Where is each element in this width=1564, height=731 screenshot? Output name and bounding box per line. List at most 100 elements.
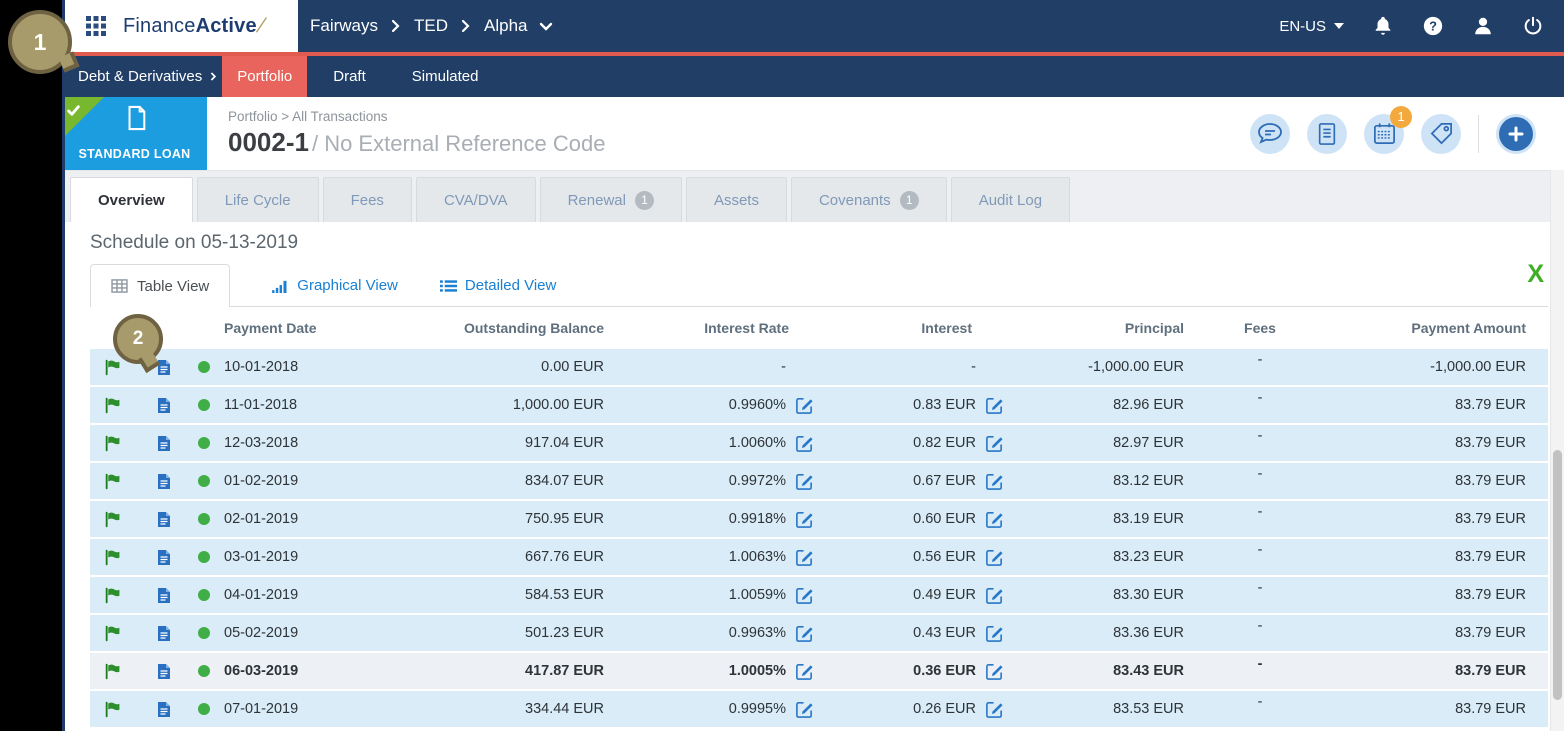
transaction-document-icon[interactable] [157, 625, 171, 642]
edit-icon[interactable] [795, 548, 814, 567]
edit-icon[interactable] [795, 624, 814, 643]
table-row[interactable]: 01-02-2019 834.07 EUR 0.9972% 0.67 EUR 8… [90, 463, 1548, 501]
edit-icon[interactable] [795, 586, 814, 605]
module-menu-debt-derivatives[interactable]: Debt & Derivatives [78, 68, 217, 85]
edit-icon[interactable] [795, 472, 814, 491]
view-link-detailed[interactable]: Detailed View [439, 277, 556, 294]
edit-icon[interactable] [985, 624, 1004, 643]
tags-button[interactable] [1421, 113, 1461, 154]
brand-area[interactable]: FinanceActive/ [62, 0, 298, 52]
locale-selector[interactable]: EN-US [1279, 18, 1344, 35]
table-row[interactable]: 12-03-2018 917.04 EUR 1.0060% 0.82 EUR 8… [90, 425, 1548, 463]
transaction-document-icon[interactable] [157, 587, 171, 604]
edit-icon[interactable] [795, 396, 814, 415]
scrollbar-thumb[interactable] [1553, 450, 1562, 700]
payment-amount-cell: 83.79 EUR [1455, 549, 1526, 565]
add-button[interactable] [1496, 113, 1536, 154]
flag-icon[interactable] [104, 663, 121, 680]
documents-button[interactable] [1307, 113, 1347, 154]
transaction-document-icon[interactable] [157, 549, 171, 566]
table-row[interactable]: 10-01-2018 0.00 EUR - - -1,000.00 EUR - … [90, 349, 1548, 387]
app-grid-icon[interactable] [84, 14, 108, 38]
edit-icon[interactable] [985, 396, 1004, 415]
breadcrumb-item-ted[interactable]: TED [414, 16, 448, 36]
flag-icon[interactable] [104, 473, 121, 490]
transaction-document-icon[interactable] [157, 473, 171, 490]
tab-assets[interactable]: Assets [685, 177, 787, 222]
transaction-document-icon[interactable] [157, 701, 171, 718]
tab-renewal[interactable]: Renewal 1 [539, 177, 682, 222]
edit-icon[interactable] [795, 662, 814, 681]
tab-overview[interactable]: Overview [70, 177, 193, 222]
edit-icon[interactable] [985, 548, 1004, 567]
edit-icon[interactable] [795, 434, 814, 453]
column-header-principal[interactable]: Principal [1010, 320, 1190, 336]
tab-life-cycle[interactable]: Life Cycle [196, 177, 319, 222]
column-header-fees[interactable]: Fees [1190, 320, 1330, 336]
flag-icon[interactable] [104, 397, 121, 414]
flag-icon[interactable] [104, 587, 121, 604]
table-row[interactable]: 04-01-2019 584.53 EUR 1.0059% 0.49 EUR 8… [90, 577, 1548, 615]
transaction-document-icon[interactable] [157, 397, 171, 414]
edit-icon[interactable] [985, 586, 1004, 605]
edit-icon[interactable] [985, 510, 1004, 529]
status-dot-icon [198, 513, 210, 525]
payment-amount-cell: 83.79 EUR [1455, 511, 1526, 527]
edit-icon[interactable] [985, 434, 1004, 453]
export-excel-icon[interactable]: X [1527, 262, 1544, 287]
tab-audit-log[interactable]: Audit Log [950, 177, 1071, 222]
transaction-document-icon[interactable] [157, 511, 171, 528]
table-row[interactable]: 02-01-2019 750.95 EUR 0.9918% 0.60 EUR 8… [90, 501, 1548, 539]
comments-button[interactable] [1250, 113, 1290, 154]
table-row[interactable]: 06-03-2019 417.87 EUR 1.0005% 0.36 EUR 8… [90, 653, 1548, 691]
flag-icon[interactable] [104, 511, 121, 528]
table-row[interactable]: 11-01-2018 1,000.00 EUR 0.9960% 0.83 EUR… [90, 387, 1548, 425]
notifications-bell-icon[interactable] [1372, 15, 1394, 37]
flag-icon[interactable] [104, 701, 121, 718]
breadcrumb-item-alpha[interactable]: Alpha [484, 16, 527, 36]
subnav-tab-portfolio[interactable]: Portfolio [222, 56, 308, 97]
transaction-document-icon[interactable] [157, 663, 171, 680]
interest-cell: 0.36 EUR [820, 662, 1010, 681]
view-link-graphical[interactable]: Graphical View [272, 277, 398, 294]
edit-icon[interactable] [985, 472, 1004, 491]
vertical-scrollbar[interactable] [1550, 170, 1564, 731]
tab-covenants[interactable]: Covenants 1 [790, 177, 947, 222]
transaction-document-icon[interactable] [157, 435, 171, 452]
subnav-tab-draft[interactable]: Draft [313, 56, 386, 97]
annotation-callout-2: 2 [113, 314, 163, 374]
column-header-outstanding-balance[interactable]: Outstanding Balance [356, 320, 610, 336]
tab-fees[interactable]: Fees [322, 177, 412, 222]
column-header-interest[interactable]: Interest [820, 320, 1010, 336]
table-row[interactable]: 05-02-2019 501.23 EUR 0.9963% 0.43 EUR 8… [90, 615, 1548, 653]
column-header-interest-rate[interactable]: Interest Rate [610, 320, 820, 336]
view-tab-table[interactable]: Table View [90, 264, 231, 307]
flag-icon[interactable] [104, 435, 121, 452]
breadcrumb-item-fairways[interactable]: Fairways [310, 16, 378, 36]
edit-icon[interactable] [985, 662, 1004, 681]
fees-cell: - [1257, 359, 1263, 368]
schedule-table-header: Payment Date Outstanding Balance Interes… [90, 307, 1548, 349]
column-header-payment-date[interactable]: Payment Date [214, 320, 356, 336]
table-row[interactable]: 07-01-2019 334.44 EUR 0.9995% 0.26 EUR 8… [90, 691, 1548, 729]
interest-cell: 0.83 EUR [820, 396, 1010, 415]
help-icon[interactable]: ? [1422, 15, 1444, 37]
edit-icon[interactable] [795, 510, 814, 529]
flag-icon[interactable] [104, 625, 121, 642]
user-icon[interactable] [1472, 15, 1494, 37]
calendar-button[interactable]: 1 [1364, 105, 1412, 154]
flag-icon[interactable] [104, 359, 121, 376]
principal-cell: 83.36 EUR [1113, 625, 1184, 641]
edit-icon[interactable] [985, 700, 1004, 719]
logout-power-icon[interactable] [1522, 15, 1544, 37]
tab-cva-dva[interactable]: CVA/DVA [415, 177, 536, 222]
subnav-tab-simulated[interactable]: Simulated [392, 56, 499, 97]
edit-icon[interactable] [795, 700, 814, 719]
column-header-payment-amount[interactable]: Payment Amount [1330, 320, 1548, 336]
transaction-document-icon[interactable] [157, 359, 171, 376]
flag-icon[interactable] [104, 549, 121, 566]
principal-cell: 83.53 EUR [1113, 701, 1184, 717]
table-row[interactable]: 03-01-2019 667.76 EUR 1.0063% 0.56 EUR 8… [90, 539, 1548, 577]
chevron-down-icon[interactable] [539, 22, 553, 31]
calendar-count-badge: 1 [1390, 105, 1412, 128]
